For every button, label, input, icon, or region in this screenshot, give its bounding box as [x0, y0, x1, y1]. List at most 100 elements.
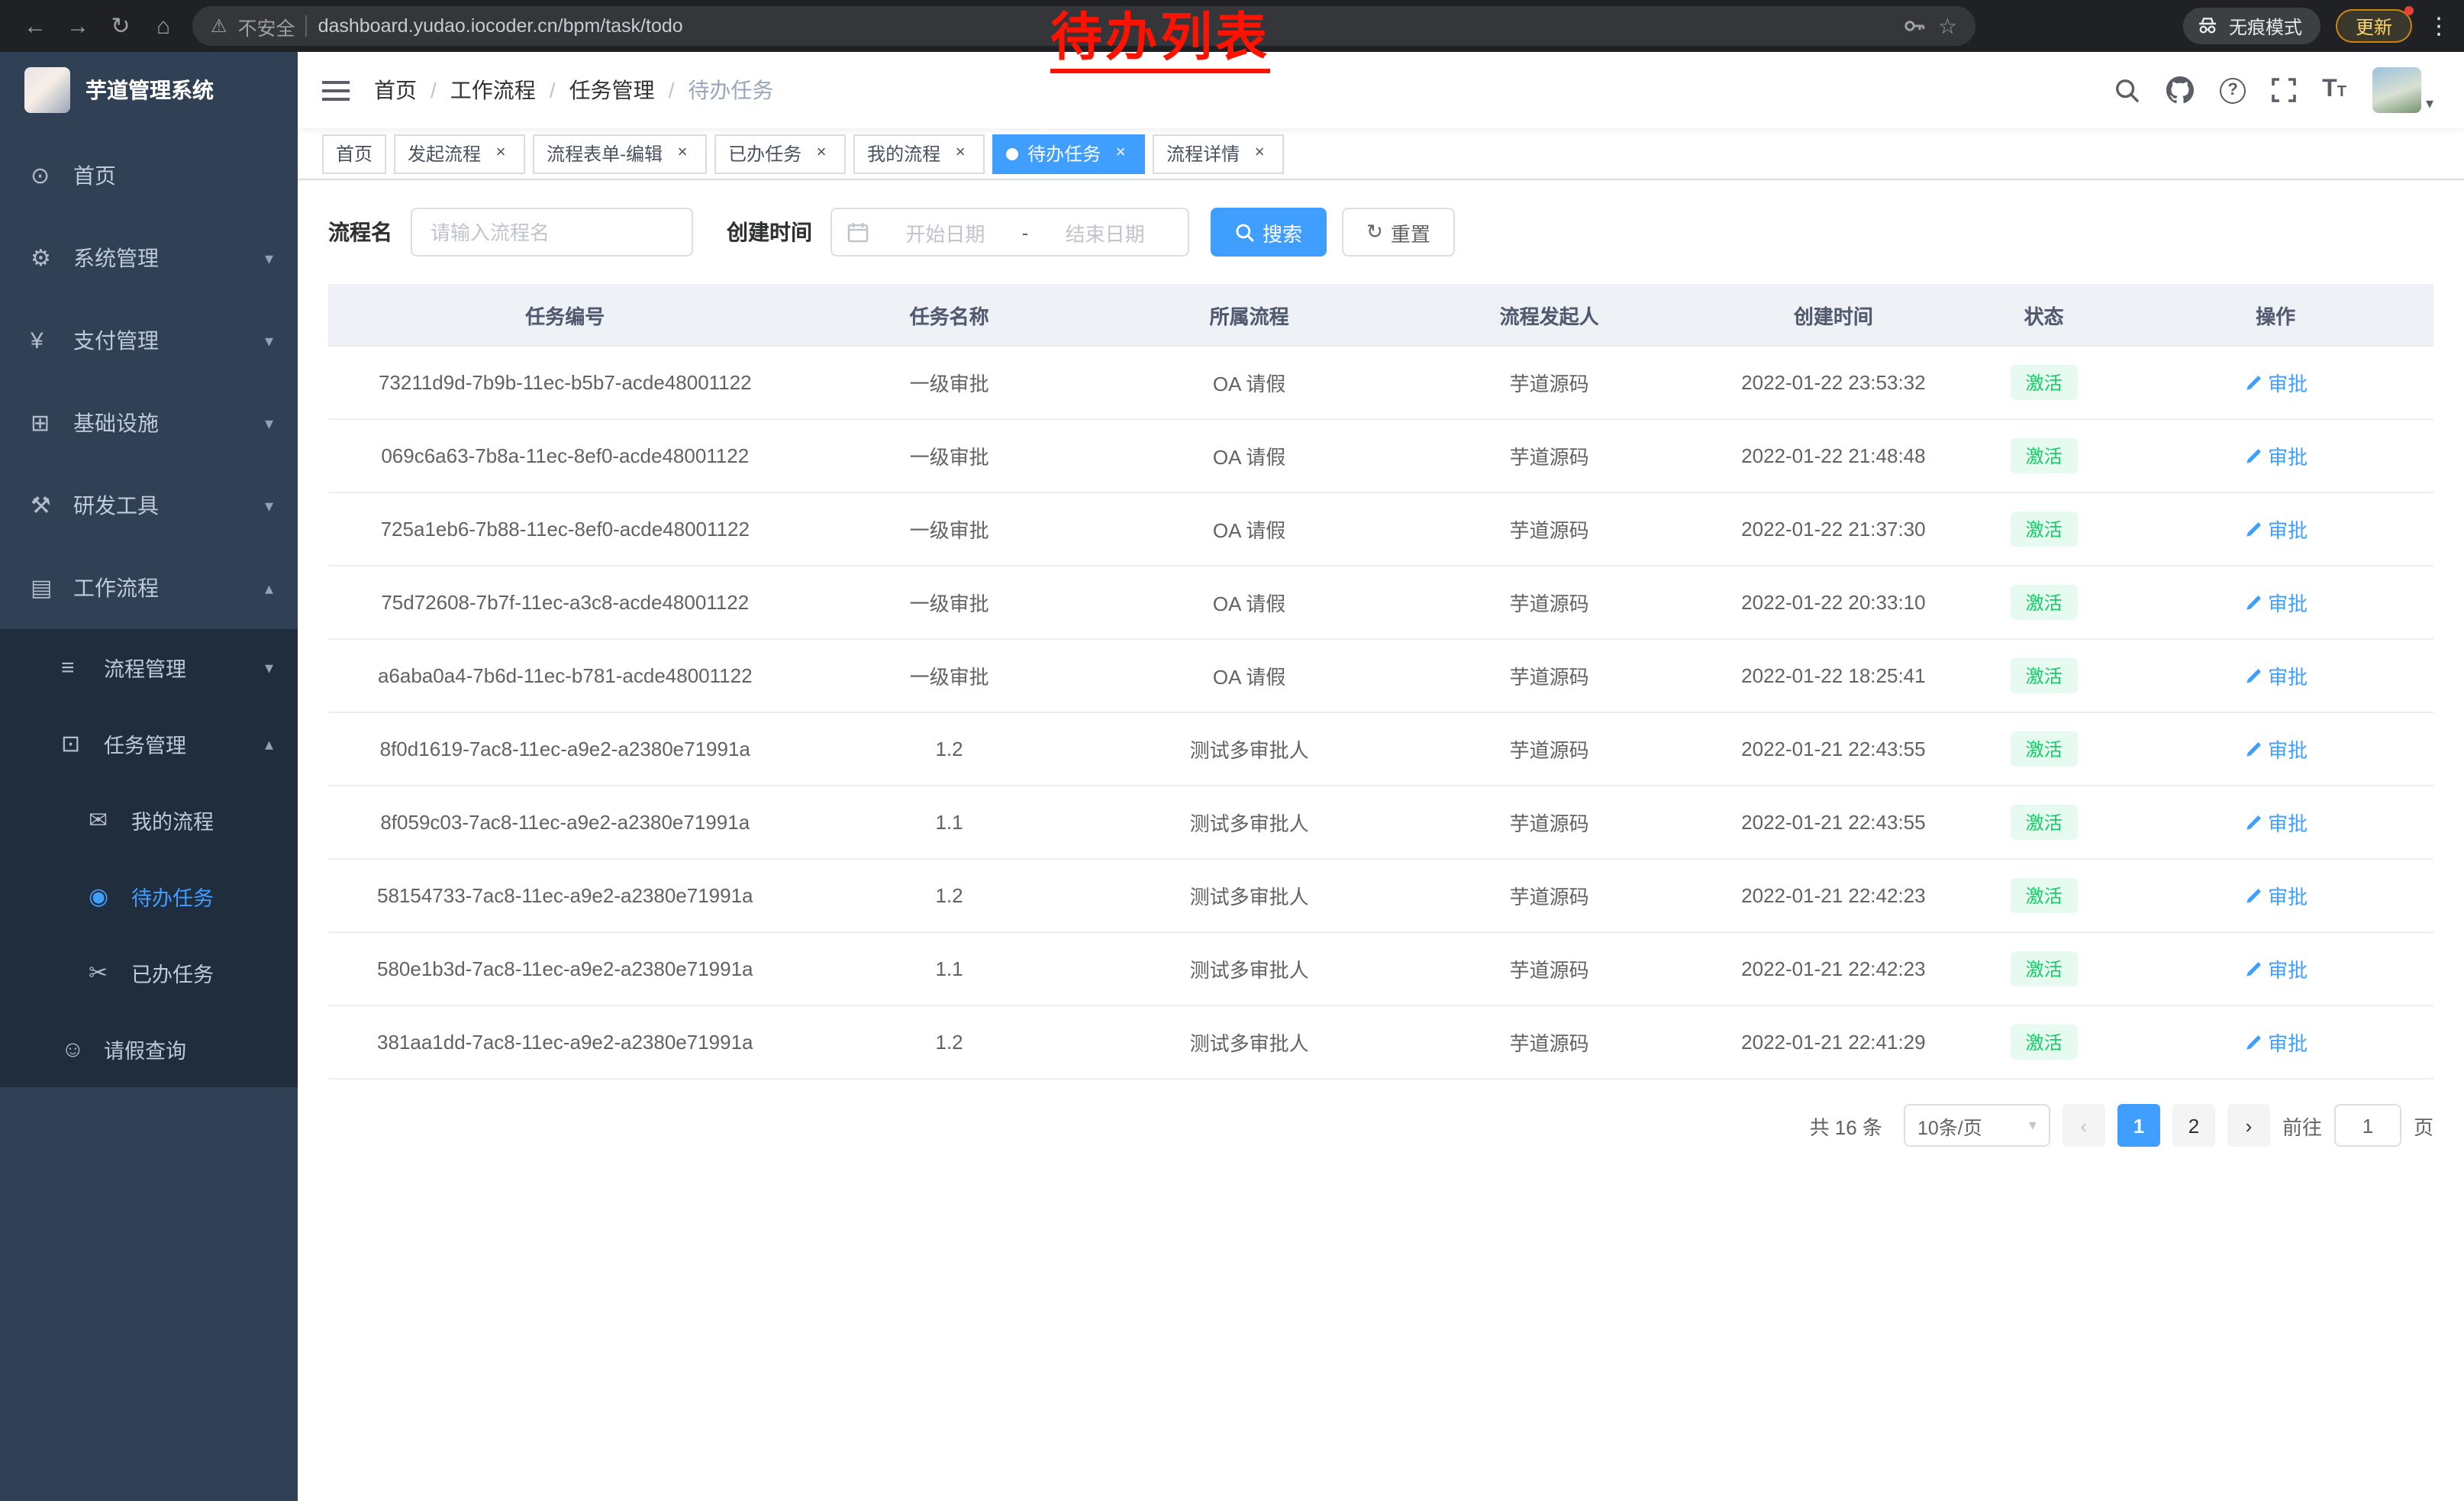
tab-5[interactable]: 待办任务× — [992, 134, 1145, 173]
user-avatar[interactable]: ▾ — [2372, 67, 2433, 113]
bookmark-star-icon[interactable]: ☆ — [1938, 13, 1957, 39]
page-size-select[interactable]: 10条/页 ▾ — [1904, 1104, 2050, 1147]
start-date-placeholder[interactable]: 开始日期 — [878, 218, 1013, 247]
sidebar-item-devtools[interactable]: ⚒研发工具▾ — [0, 464, 298, 547]
process-cell: 测试多审批人 — [1097, 786, 1402, 859]
tab-4[interactable]: 我的流程× — [853, 134, 985, 173]
sidebar-item-label: 我的流程 — [131, 805, 214, 835]
breadcrumb-item[interactable]: 首页 — [374, 75, 417, 105]
process-cell: 测试多审批人 — [1097, 859, 1402, 932]
user-icon: ☺ — [61, 1036, 98, 1062]
create-time-label: 创建时间 — [727, 217, 812, 247]
reload-icon[interactable]: ↻ — [101, 6, 140, 46]
initiator-cell: 芋道源码 — [1402, 712, 1697, 786]
sidebar-item-label: 研发工具 — [73, 490, 159, 521]
status-cell: 激活 — [1970, 1006, 2117, 1079]
page-unit-label: 页 — [2414, 1111, 2433, 1140]
browser-menu-icon[interactable]: ⋮ — [2427, 12, 2449, 40]
table-row: 381aa1dd-7ac8-11ec-a9e2-a2380e71991a1.2测… — [328, 1006, 2433, 1079]
approve-link[interactable]: 审批 — [2243, 734, 2308, 763]
status-badge: 激活 — [2011, 585, 2078, 620]
tab-2[interactable]: 流程表单-编辑 × — [533, 134, 707, 173]
column-header: 任务名称 — [802, 285, 1097, 346]
sidebar-item-home[interactable]: ⊙首页 — [0, 134, 298, 217]
tab-1[interactable]: 发起流程× — [394, 134, 525, 173]
table-body: 73211d9d-7b9b-11ec-b5b7-acde48001122一级审批… — [328, 346, 2433, 1079]
approve-link[interactable]: 审批 — [2243, 368, 2308, 397]
search-icon[interactable] — [2114, 77, 2140, 103]
approve-link[interactable]: 审批 — [2243, 588, 2308, 617]
sidebar-item-process-mgmt[interactable]: ≡流程管理▾ — [0, 629, 298, 705]
chevron-down-icon: ▾ — [2426, 96, 2433, 113]
status-badge: 激活 — [2011, 951, 2078, 986]
sidebar-item-my-process[interactable]: ✉我的流程 — [0, 782, 298, 858]
edit-icon — [2243, 960, 2262, 978]
sidebar-item-task-mgmt[interactable]: ⊡任务管理▴ — [0, 705, 298, 782]
sidebar-item-leave-query[interactable]: ☺请假查询 — [0, 1011, 298, 1087]
close-icon[interactable]: × — [490, 143, 511, 164]
column-header: 所属流程 — [1097, 285, 1402, 346]
update-button[interactable]: 更新 — [2336, 9, 2412, 43]
github-icon[interactable] — [2166, 76, 2194, 104]
logo[interactable]: 芋道管理系统 — [0, 52, 298, 128]
process-name-input[interactable] — [411, 208, 693, 257]
task-id-cell: 069c6a63-7b8a-11ec-8ef0-acde48001122 — [328, 419, 802, 492]
sidebar-item-system[interactable]: ⚙系统管理▾ — [0, 217, 298, 299]
approve-link[interactable]: 审批 — [2243, 808, 2308, 837]
approve-link-label: 审批 — [2268, 734, 2308, 763]
search-button[interactable]: 搜索 — [1211, 208, 1327, 257]
logo-title: 芋道管理系统 — [85, 75, 214, 105]
approve-link[interactable]: 审批 — [2243, 1028, 2308, 1057]
breadcrumb-item[interactable]: 工作流程 — [450, 75, 536, 105]
tab-0[interactable]: 首页 — [322, 134, 386, 173]
approve-link[interactable]: 审批 — [2243, 881, 2308, 910]
close-icon[interactable]: × — [811, 143, 832, 164]
fullscreen-icon[interactable] — [2272, 78, 2296, 102]
process-cell: OA 请假 — [1097, 639, 1402, 712]
end-date-placeholder[interactable]: 结束日期 — [1037, 218, 1172, 247]
reset-button[interactable]: ↻ 重置 — [1342, 208, 1455, 257]
refresh-icon: ↻ — [1366, 220, 1383, 244]
column-header: 状态 — [1970, 285, 2117, 346]
approve-link-label: 审批 — [2268, 661, 2308, 690]
sidebar-item-payment[interactable]: ¥支付管理▾ — [0, 299, 298, 382]
breadcrumb-item[interactable]: 任务管理 — [569, 75, 655, 105]
reset-button-label: 重置 — [1391, 218, 1430, 247]
help-icon[interactable]: ? — [2220, 77, 2246, 103]
approve-link[interactable]: 审批 — [2243, 515, 2308, 544]
sidebar-item-infrastructure[interactable]: ⊞基础设施▾ — [0, 382, 298, 464]
key-icon[interactable] — [1903, 14, 1927, 38]
close-icon[interactable]: × — [1110, 143, 1131, 164]
chevron-down-icon: ▾ — [265, 331, 273, 350]
goto-page-input[interactable] — [2334, 1104, 2401, 1147]
tab-6[interactable]: 流程详情× — [1153, 134, 1284, 173]
approve-link[interactable]: 审批 — [2243, 954, 2308, 983]
home-icon[interactable]: ⌂ — [144, 6, 183, 46]
url-text[interactable]: dashboard.yudao.iocoder.cn/bpm/task/todo — [318, 15, 683, 37]
prev-page-button[interactable]: ‹ — [2062, 1104, 2105, 1147]
page-button-2[interactable]: 2 — [2172, 1104, 2215, 1147]
edit-icon — [2243, 813, 2262, 831]
close-icon[interactable]: × — [672, 143, 693, 164]
approve-link[interactable]: 审批 — [2243, 661, 2308, 690]
back-icon[interactable]: ← — [15, 6, 55, 46]
task-icon: ⊡ — [61, 730, 98, 757]
sidebar-item-workflow[interactable]: ▤工作流程▴ — [0, 547, 298, 629]
sidebar-toggle-icon[interactable] — [322, 79, 350, 102]
approve-link[interactable]: 审批 — [2243, 441, 2308, 470]
font-size-icon[interactable]: TT — [2322, 78, 2346, 102]
initiator-cell: 芋道源码 — [1402, 566, 1697, 639]
tab-label: 流程表单-编辑 — [547, 140, 663, 166]
next-page-button[interactable]: › — [2227, 1104, 2270, 1147]
forward-icon[interactable]: → — [58, 6, 98, 46]
task-name-cell: 一级审批 — [802, 346, 1097, 419]
sidebar-item-done-task[interactable]: ✂已办任务 — [0, 934, 298, 1011]
close-icon[interactable]: × — [950, 143, 971, 164]
page-button-1[interactable]: 1 — [2117, 1104, 2160, 1147]
close-icon[interactable]: × — [1249, 143, 1270, 164]
tab-3[interactable]: 已办任务× — [714, 134, 846, 173]
task-id-cell: 75d72608-7b7f-11ec-a3c8-acde48001122 — [328, 566, 802, 639]
sidebar-item-todo-task[interactable]: ◉待办任务 — [0, 858, 298, 934]
initiator-cell: 芋道源码 — [1402, 346, 1697, 419]
date-range-picker[interactable]: 开始日期 - 结束日期 — [830, 208, 1189, 257]
